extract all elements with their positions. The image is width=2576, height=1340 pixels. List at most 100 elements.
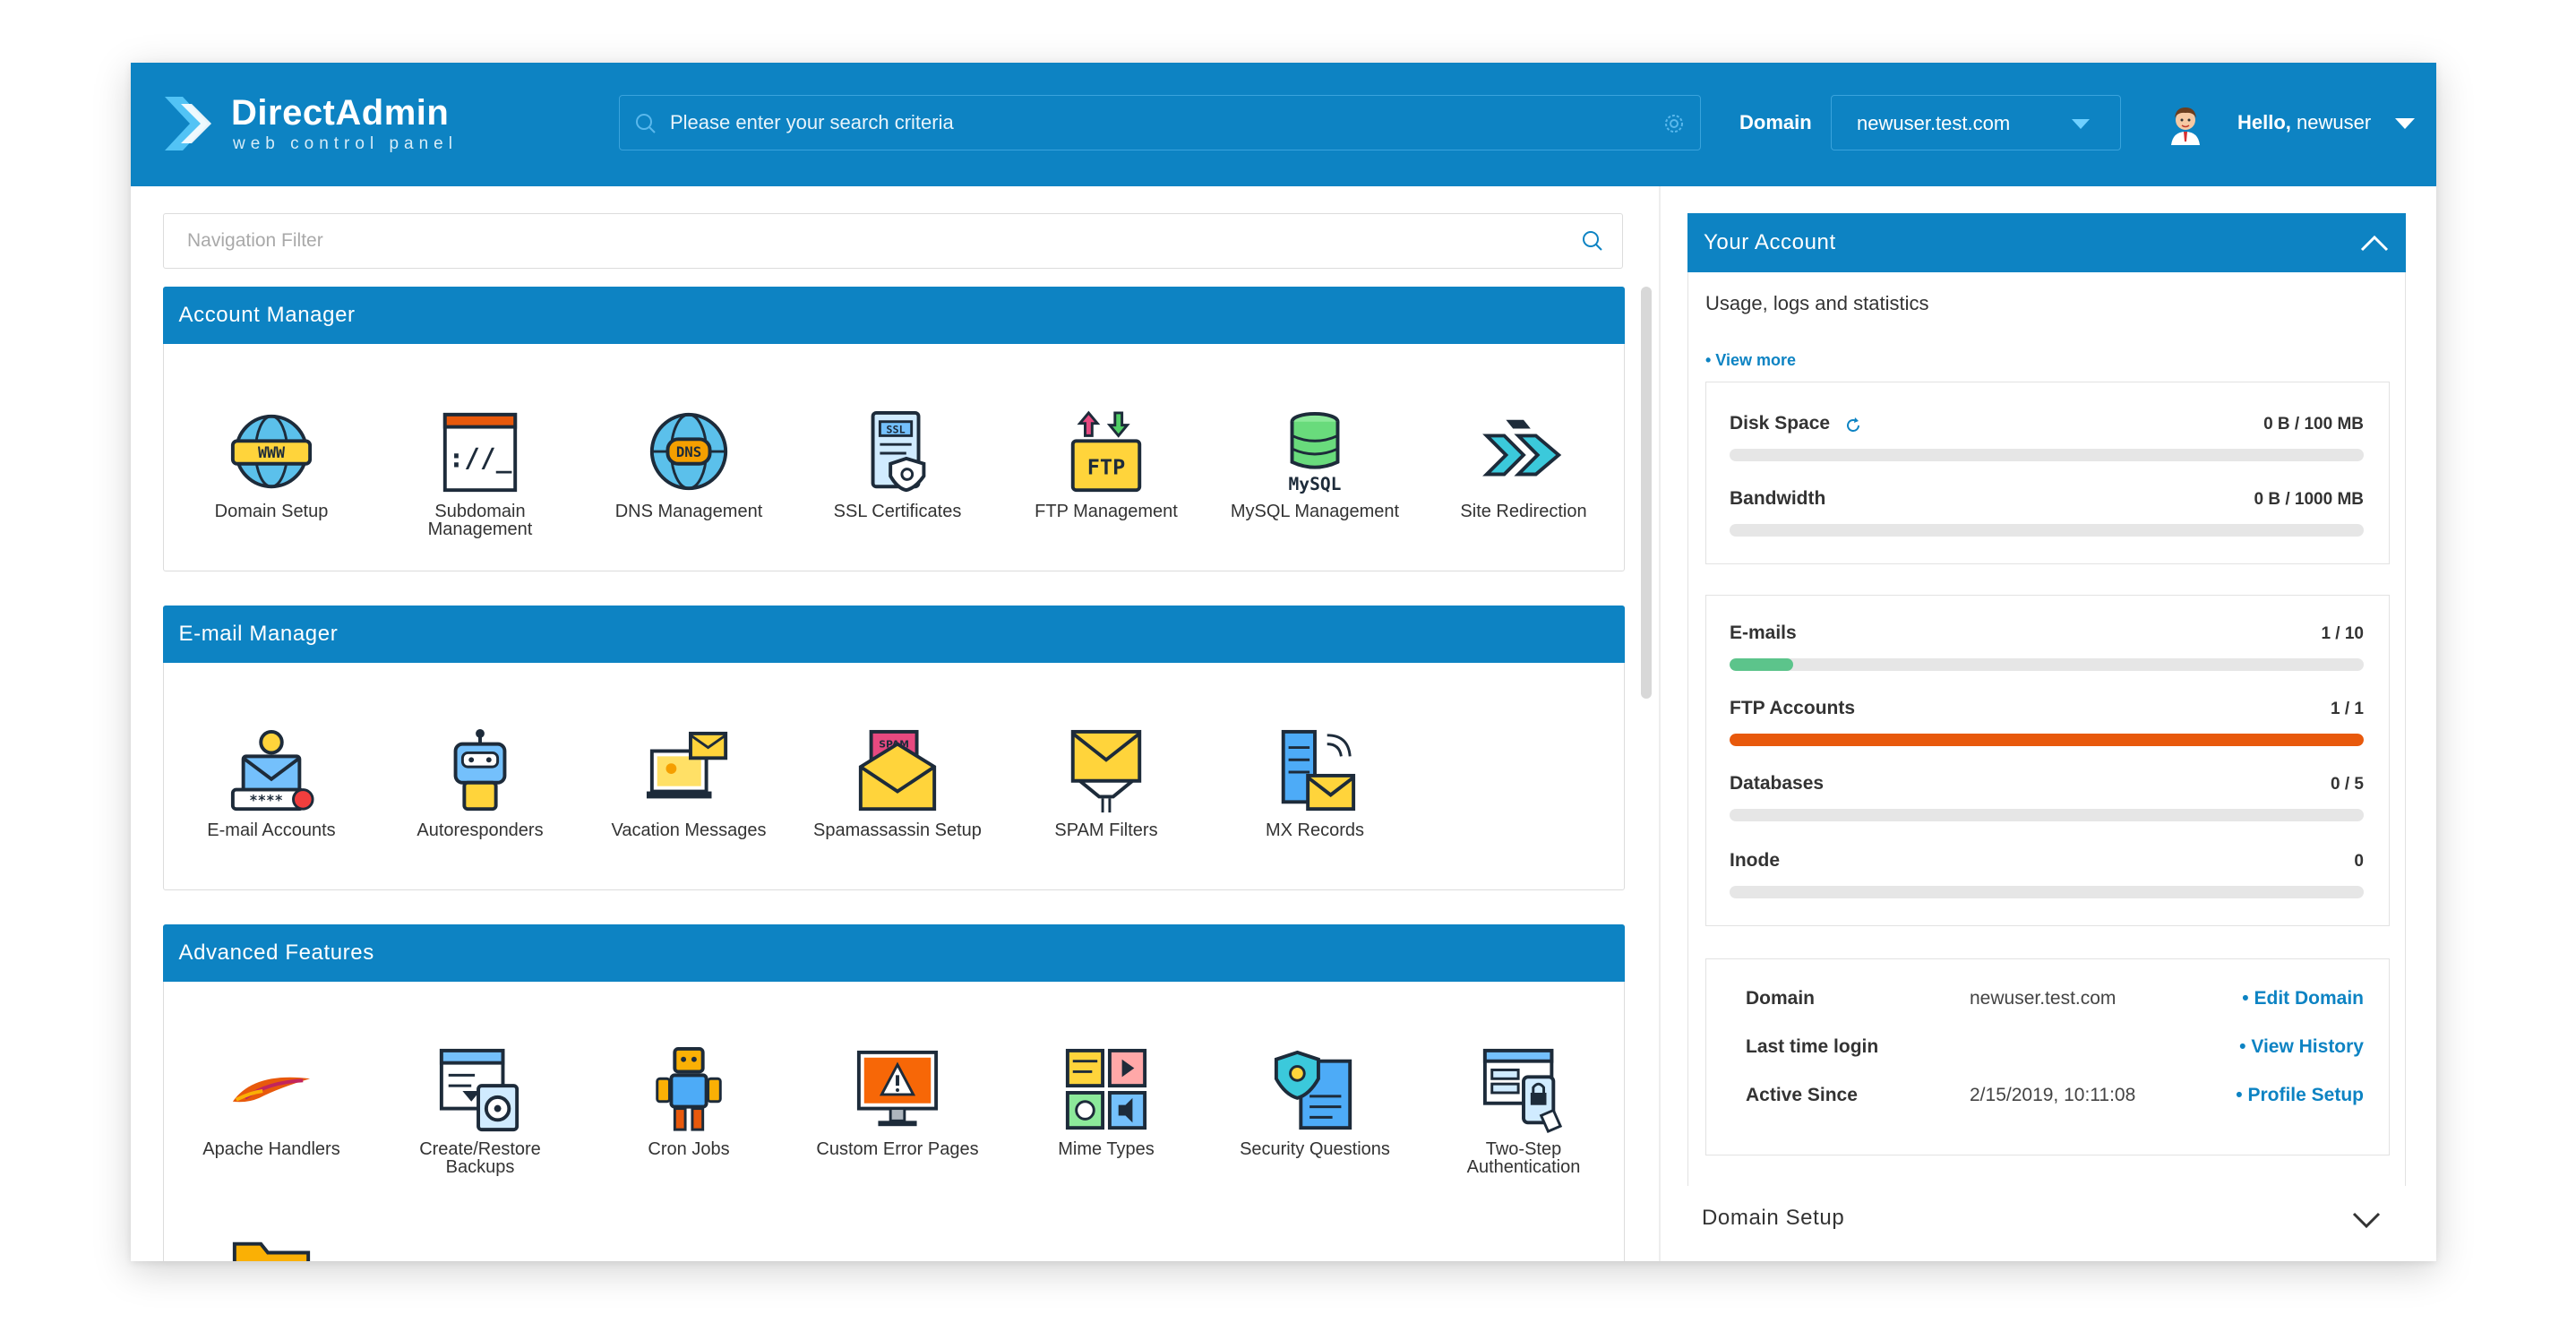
progress-bar [1730,524,2364,537]
tile-autoresponders[interactable]: Autoresponders [386,728,574,898]
navigation-filter-input[interactable] [187,214,1531,268]
profile-setup-link[interactable]: • Profile Setup [2236,1085,2364,1106]
search-icon [636,114,656,133]
tile-dns-management[interactable]: DNS DNS Management [595,409,783,580]
user-menu-chevron-icon[interactable] [2395,118,2415,129]
spam-filter-icon [1070,729,1142,813]
usage-box: Disk Space 0 B / 100 MB Bandwidth 0 B / … [1705,382,2390,564]
apache-feather-icon [232,1077,311,1103]
stat-value: 0 B / 1000 MB [2254,490,2365,509]
stat-name: Databases [1730,773,1825,794]
mx-server-icon [1281,729,1356,812]
section-header[interactable]: E-mail Manager [162,605,1625,663]
redirect-arrows-icon [1482,419,1562,477]
tile-cron-jobs[interactable]: Cron Jobs [595,1047,783,1217]
app-window: DirectAdmin web control panel Domain new… [131,63,2436,1261]
stat-name: FTP Accounts [1730,698,1856,718]
view-more-link[interactable]: • View more [1705,351,1796,370]
stat-name: Disk Space [1730,413,1831,434]
section-email-manager: E-mail Manager **** E-mail Accounts Auto… [162,605,1625,890]
chevron-up-icon[interactable] [2359,233,2390,253]
stat-bandwidth: Bandwidth 0 B / 1000 MB [1730,488,2364,542]
mime-types-icon [1065,1048,1147,1130]
domain-select[interactable]: newuser.test.com [1831,95,2121,150]
stat-databases: Databases 0 / 5 [1730,773,2364,827]
domain-setup-panel-header[interactable]: Domain Setup [1687,1186,2406,1261]
svg-text:FTP: FTP [1087,455,1125,480]
tile-site-redirection[interactable]: Site Redirection [1430,409,1618,580]
progress-fill [1730,734,2364,746]
tile-vacation-messages[interactable]: Vacation Messages [595,728,783,898]
section-title: E-mail Manager [178,621,339,646]
view-history-link[interactable]: • View History [2239,1036,2364,1058]
svg-text:WWW: WWW [258,444,286,461]
navigation-filter[interactable] [163,213,1623,269]
section-header[interactable]: Advanced Features [162,923,1625,982]
tile-password-protected-directories[interactable] [177,1232,365,1261]
tile-label: Mime Types [1058,1139,1155,1159]
your-account-header[interactable]: Your Account [1687,213,2406,272]
robot-icon [453,728,507,812]
tile-label: FTP Management [1035,502,1178,521]
email-account-icon: **** [230,729,314,812]
tile-label: Autoresponders [416,820,544,840]
brand-subtitle: web control panel [233,134,458,153]
stat-name: Inode [1730,850,1780,871]
tile-mysql-management[interactable]: MySQL MySQL Management [1221,409,1409,580]
tile-label: Vacation Messages [611,820,767,840]
vacation-laptop-icon [646,731,728,799]
cron-robot-icon [656,1047,722,1131]
tile-spamassassin-setup[interactable]: SPAM Spamassassin Setup [803,728,992,898]
column-divider [1659,186,1661,1261]
progress-fill [1730,658,1793,671]
greeting-text: Hello, [2237,111,2291,133]
tile-email-accounts[interactable]: **** E-mail Accounts [177,728,365,898]
refresh-icon[interactable] [1844,417,1862,434]
domain-label: Domain [1739,111,1812,133]
error-monitor-icon [856,1050,939,1127]
svg-text:SSL: SSL [886,423,905,435]
tile-ssl-certificates[interactable]: SSL SSL Certificates [803,409,992,580]
tile-two-step-authentication[interactable]: Two-Step Authentication [1430,1047,1618,1217]
user-greeting[interactable]: Hello, newuser [2237,111,2371,134]
tile-ftp-management[interactable]: FTP FTP Management [1012,409,1200,580]
account-description: Usage, logs and statistics [1705,292,1929,314]
two-step-auth-icon [1482,1048,1563,1134]
info-row-domain: Domain newuser.test.com • Edit Domain [1746,988,2364,1017]
info-row-active-since: Active Since 2/15/2019, 10:11:08 • Profi… [1746,1085,2364,1113]
ftp-folder-icon: FTP [1070,410,1142,493]
security-shield-icon [1274,1050,1352,1130]
top-header: DirectAdmin web control panel Domain new… [131,63,2436,186]
tile-label: Create/Restore Backups [419,1139,541,1177]
stat-value: 0 B / 100 MB [2263,415,2364,434]
section-header[interactable]: Account Manager [162,286,1625,344]
tile-label: MySQL Management [1230,502,1400,521]
tile-apache-handlers[interactable]: Apache Handlers [177,1047,365,1217]
tile-domain-setup[interactable]: WWW Domain Setup [177,409,365,580]
global-search[interactable] [619,95,1701,150]
tile-custom-error-pages[interactable]: Custom Error Pages [803,1047,992,1217]
avatar[interactable] [2164,102,2207,145]
scrollbar-thumb[interactable] [1641,287,1652,699]
tile-mime-types[interactable]: Mime Types [1012,1047,1200,1217]
tile-create-restore-backups[interactable]: Create/Restore Backups [386,1047,574,1217]
gear-icon[interactable] [1661,110,1687,137]
tile-subdomain-management[interactable]: ://_ Subdomain Management [386,409,574,580]
tile-label: Security Questions [1240,1139,1390,1159]
tile-label: Cron Jobs [648,1139,730,1159]
edit-domain-link[interactable]: • Edit Domain [2242,988,2364,1009]
stat-name: E-mails [1730,623,1797,643]
info-key: Domain [1746,988,1816,1009]
global-search-input[interactable] [670,96,1637,150]
tile-security-questions[interactable]: Security Questions [1221,1047,1409,1217]
svg-text:MySQL: MySQL [1289,474,1342,494]
brand-logo[interactable]: DirectAdmin web control panel [161,88,502,159]
stat-disk-space: Disk Space 0 B / 100 MB [1730,413,2364,467]
chevron-down-icon[interactable] [2352,1211,2381,1229]
tile-mx-records[interactable]: MX Records [1221,728,1409,898]
stat-name: Bandwidth [1730,488,1826,509]
tile-label: Domain Setup [214,502,329,521]
tile-spam-filters[interactable]: SPAM Filters [1012,728,1200,898]
info-value: newuser.test.com [1970,988,2117,1009]
progress-bar [1730,886,2364,898]
